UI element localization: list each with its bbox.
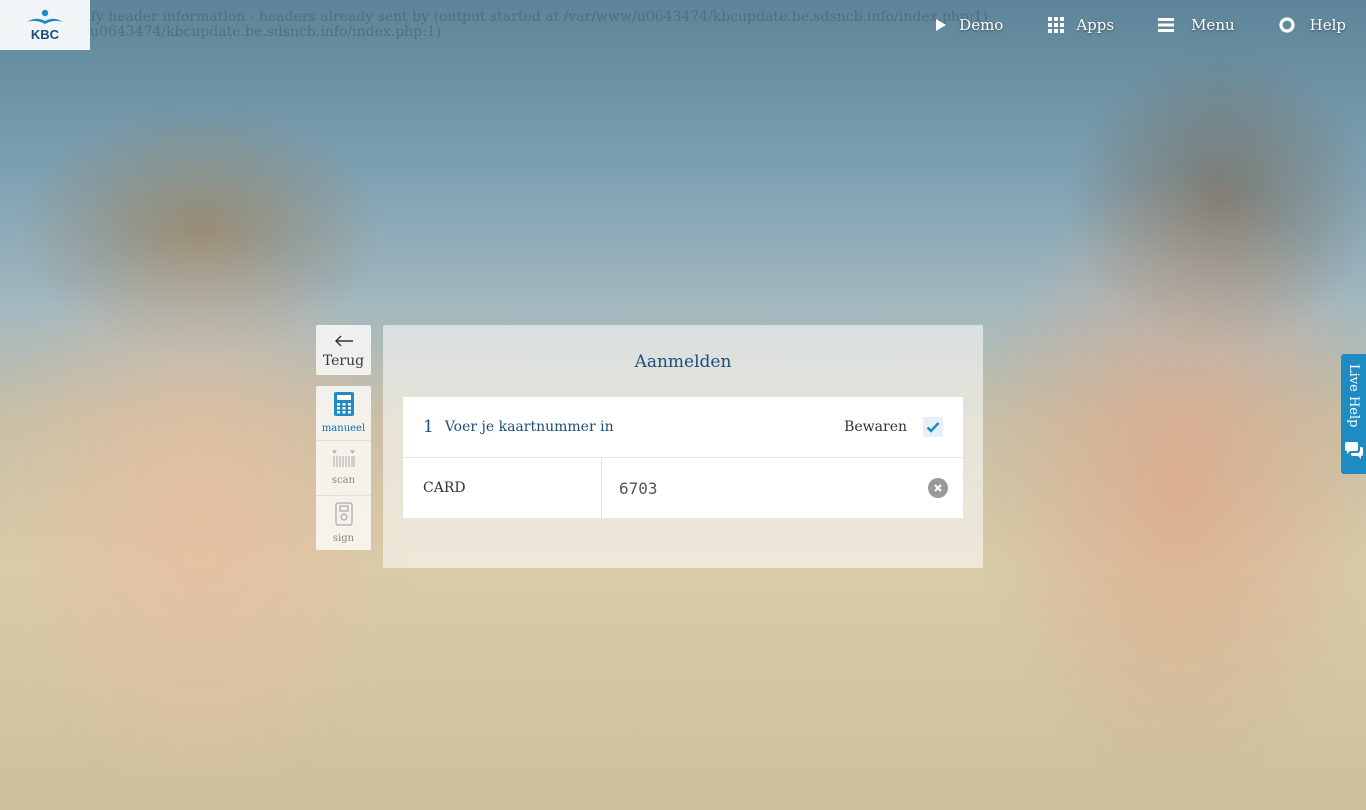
login-panel: Aanmelden 1 Voer je kaartnummer in Bewar… — [383, 325, 983, 568]
save-checkbox[interactable] — [923, 417, 943, 437]
live-help-tab[interactable]: Live Help — [1341, 354, 1366, 474]
mode-sign-label: sign — [332, 533, 355, 544]
mode-scan[interactable]: scan — [316, 441, 371, 496]
nav-help-label: Help — [1309, 16, 1346, 34]
grid-icon — [1048, 17, 1065, 33]
back-button-label: Terug — [322, 352, 365, 369]
kbc-logo-icon: KBC — [27, 9, 63, 41]
card-field-container — [602, 458, 963, 518]
chat-icon — [1344, 442, 1364, 464]
login-mode-selector: manueel scan sign — [316, 386, 371, 550]
top-nav: Demo Apps Menu Help — [935, 0, 1366, 50]
checkmark-icon — [926, 422, 940, 433]
mode-scan-label: scan — [331, 475, 356, 486]
mode-manueel[interactable]: manueel — [316, 386, 371, 441]
live-help-label: Live Help — [1346, 364, 1361, 428]
nav-demo[interactable]: Demo — [935, 16, 1003, 34]
svg-text:KBC: KBC — [31, 27, 60, 41]
play-icon — [935, 18, 947, 32]
kbc-logo[interactable]: KBC — [0, 0, 90, 50]
step-number: 1 — [423, 417, 434, 437]
nav-demo-label: Demo — [959, 16, 1004, 34]
step-header: 1 Voer je kaartnummer in Bewaren — [403, 397, 963, 458]
nav-apps-label: Apps — [1076, 16, 1115, 34]
back-button[interactable]: Terug — [316, 325, 371, 375]
lifebuoy-icon — [1279, 17, 1295, 33]
nav-apps[interactable]: Apps — [1048, 16, 1114, 34]
nav-menu[interactable]: Menu — [1158, 16, 1235, 34]
arrow-left-icon — [334, 332, 354, 351]
save-label: Bewaren — [844, 419, 907, 435]
clear-icon[interactable] — [928, 478, 948, 498]
card-reader-icon — [334, 502, 353, 530]
nav-menu-label: Menu — [1191, 16, 1235, 34]
barcode-icon — [331, 450, 356, 472]
nav-help[interactable]: Help — [1279, 16, 1346, 34]
card-number-input[interactable] — [617, 477, 901, 499]
hamburger-icon — [1158, 18, 1175, 32]
mode-sign[interactable]: sign — [316, 496, 371, 550]
card-field-row: CARD — [403, 458, 963, 518]
login-title: Aanmelden — [634, 352, 732, 372]
card-field-label: CARD — [403, 458, 602, 518]
calculator-icon — [333, 392, 354, 420]
mode-manueel-label: manueel — [321, 423, 366, 434]
step-text: Voer je kaartnummer in — [444, 419, 614, 435]
